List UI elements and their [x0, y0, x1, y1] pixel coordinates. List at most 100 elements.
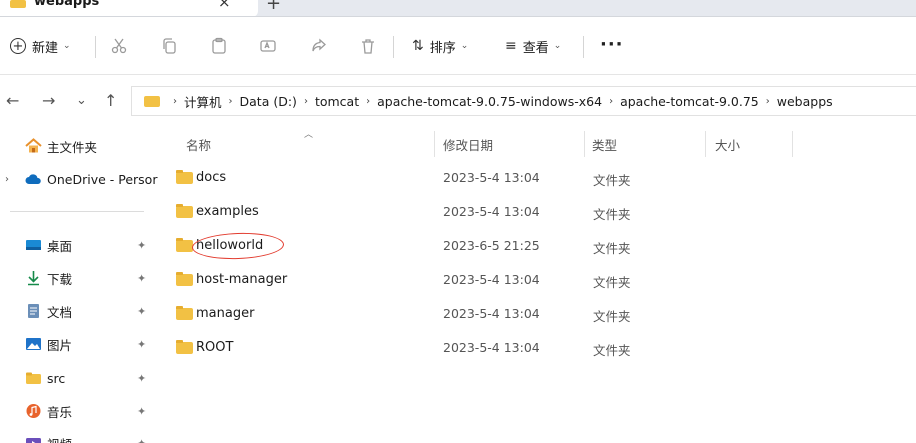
sidebar-item-label: 下载	[47, 271, 73, 287]
pin-icon[interactable]: ✦	[137, 338, 146, 351]
pictures-icon	[25, 336, 42, 352]
tab-title: webapps	[34, 0, 100, 9]
table-row[interactable]: helloworld 2023-6-5 21:25 文件夹	[168, 229, 908, 263]
file-list: ︿ 名称 修改日期 类型 大小 docs 2023-5-4 13:04 文件夹 …	[158, 127, 916, 443]
file-modified: 2023-5-4 13:04	[443, 204, 540, 219]
chevron-right-icon: ›	[228, 95, 233, 107]
column-divider[interactable]	[792, 131, 793, 157]
sidebar-item-label: OneDrive - Persor	[47, 171, 158, 187]
breadcrumb-item[interactable]: apache-tomcat-9.0.75	[620, 94, 759, 109]
column-header-modified[interactable]: 修改日期	[443, 135, 493, 154]
chevron-right-icon: ›	[303, 95, 308, 107]
pin-icon[interactable]: ✦	[137, 272, 146, 285]
sidebar-item-pictures[interactable]: 图片 ✦	[0, 330, 158, 358]
breadcrumb-item[interactable]: webapps	[777, 94, 833, 109]
column-header-name[interactable]: 名称	[186, 135, 211, 154]
file-name: docs	[196, 170, 227, 185]
breadcrumb-item[interactable]: apache-tomcat-9.0.75-windows-x64	[377, 94, 602, 109]
tab-strip: webapps × +	[0, 0, 916, 17]
folder-icon	[176, 170, 193, 184]
pin-icon[interactable]: ✦	[137, 305, 146, 318]
new-tab-button[interactable]: +	[266, 0, 281, 14]
table-row[interactable]: manager 2023-5-4 13:04 文件夹	[168, 297, 908, 331]
table-row[interactable]: examples 2023-5-4 13:04 文件夹	[168, 195, 908, 229]
address-bar[interactable]: › 计算机 › Data (D:) › tomcat › apache-tomc…	[131, 86, 916, 116]
file-modified: 2023-6-5 21:25	[443, 238, 540, 253]
delete-icon[interactable]	[359, 37, 377, 55]
view-button[interactable]: ≡ 查看 ⌄	[505, 17, 561, 75]
file-modified: 2023-5-4 13:04	[443, 170, 540, 185]
sidebar-item-home[interactable]: 主文件夹	[0, 132, 158, 160]
back-button[interactable]: ←	[6, 91, 19, 110]
folder-icon	[144, 95, 160, 107]
video-icon	[25, 435, 42, 443]
sidebar-item-label: 视频	[47, 434, 72, 443]
sidebar-item-music[interactable]: 音乐 ✦	[0, 397, 158, 425]
sidebar-item-onedrive[interactable]: › OneDrive - Persor	[0, 165, 158, 193]
breadcrumb-item[interactable]: tomcat	[315, 94, 359, 109]
table-row[interactable]: docs 2023-5-4 13:04 文件夹	[168, 161, 908, 195]
column-divider[interactable]	[434, 131, 435, 157]
pin-icon[interactable]: ✦	[137, 372, 146, 385]
cut-icon[interactable]	[110, 37, 128, 55]
view-button-label: 查看	[522, 40, 549, 56]
recent-locations-button[interactable]: ⌄	[76, 93, 87, 108]
document-icon	[25, 303, 42, 319]
new-button[interactable]: + 新建 ⌄	[10, 17, 71, 75]
pin-icon[interactable]: ✦	[137, 437, 146, 443]
navigation-pane: 主文件夹 › OneDrive - Persor 桌面 ✦ 下载 ✦ 文档 ✦	[0, 127, 158, 443]
up-button[interactable]: ↑	[104, 91, 117, 110]
file-type: 文件夹	[593, 207, 631, 222]
file-name: host-manager	[196, 272, 288, 287]
sidebar-item-label: src	[47, 370, 66, 386]
chevron-right-icon: ›	[366, 95, 371, 107]
file-type: 文件夹	[593, 173, 631, 188]
close-icon[interactable]: ×	[218, 0, 231, 11]
download-icon	[25, 270, 42, 286]
tab-webapps[interactable]: webapps ×	[0, 0, 258, 16]
pin-icon[interactable]: ✦	[137, 405, 146, 418]
table-row[interactable]: ROOT 2023-5-4 13:04 文件夹	[168, 331, 908, 365]
pin-icon[interactable]: ✦	[137, 239, 146, 252]
sort-icon: ⇅	[412, 38, 424, 54]
folder-icon	[176, 238, 193, 252]
toolbar-divider	[95, 36, 96, 58]
view-icon: ≡	[505, 38, 517, 54]
breadcrumb-item[interactable]: 计算机	[184, 92, 222, 111]
breadcrumb-item[interactable]: Data (D:)	[240, 94, 297, 109]
column-divider[interactable]	[705, 131, 706, 157]
copy-icon[interactable]	[160, 37, 178, 55]
column-divider[interactable]	[584, 131, 585, 157]
plus-circle-icon: +	[10, 38, 26, 54]
address-row: ← → ⌄ ↑ › 计算机 › Data (D:) › tomcat › apa…	[0, 75, 916, 127]
column-header-size[interactable]: 大小	[715, 135, 740, 154]
folder-icon	[176, 306, 193, 320]
more-options-button[interactable]: ···	[600, 34, 624, 55]
folder-icon	[176, 340, 193, 354]
folder-icon	[176, 204, 193, 218]
folder-icon	[25, 370, 42, 386]
forward-button[interactable]: →	[42, 91, 55, 110]
sort-button[interactable]: ⇅ 排序 ⌄	[412, 17, 468, 75]
sidebar-item-documents[interactable]: 文档 ✦	[0, 297, 158, 325]
sidebar-item-label: 桌面	[47, 238, 73, 254]
red-annotation-circle	[191, 231, 285, 261]
file-name: ROOT	[196, 340, 234, 355]
file-type: 文件夹	[593, 343, 631, 358]
sort-button-label: 排序	[429, 40, 456, 56]
table-row[interactable]: host-manager 2023-5-4 13:04 文件夹	[168, 263, 908, 297]
chevron-down-icon: ⌄	[63, 41, 71, 51]
paste-icon[interactable]	[210, 37, 228, 55]
share-icon[interactable]	[310, 37, 328, 55]
file-name: examples	[196, 204, 259, 219]
chevron-right-icon: ›	[173, 95, 177, 107]
chevron-right-icon[interactable]: ›	[5, 174, 9, 185]
sidebar-item-desktop[interactable]: 桌面 ✦	[0, 231, 158, 259]
sidebar-item-downloads[interactable]: 下载 ✦	[0, 264, 158, 292]
file-modified: 2023-5-4 13:04	[443, 272, 540, 287]
toolbar-divider	[583, 36, 584, 58]
sidebar-item-src[interactable]: src ✦	[0, 364, 158, 392]
column-header-type[interactable]: 类型	[592, 135, 617, 154]
sidebar-item-videos[interactable]: 视频 ✦	[0, 429, 158, 443]
rename-icon[interactable]	[259, 37, 277, 55]
